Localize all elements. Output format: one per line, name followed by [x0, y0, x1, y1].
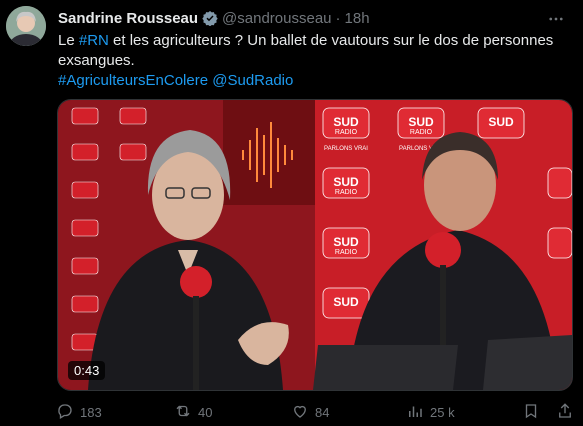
- bookmark-button[interactable]: [522, 400, 546, 424]
- video-player[interactable]: SUD SUD SUD SUD SUD SUD RADIO RADIO RADI…: [57, 99, 573, 391]
- logo-radio-2: RADIO: [410, 129, 433, 136]
- logo-sud-6: SUD: [333, 295, 359, 309]
- repost-button[interactable]: 40: [174, 400, 212, 424]
- author-name[interactable]: Sandrine Rousseau: [58, 10, 198, 27]
- like-count: 84: [315, 404, 330, 420]
- tweet-text: Le #RN et les agriculteurs ? Un ballet d…: [58, 31, 558, 91]
- author-handle[interactable]: @sandrousseau: [222, 10, 331, 27]
- like-button[interactable]: 84: [291, 400, 329, 424]
- reply-button[interactable]: 183: [56, 400, 102, 424]
- hashtag-agriculteurs[interactable]: #AgriculteursEnColere: [58, 72, 208, 89]
- repost-icon: [174, 402, 198, 423]
- logo-radio-1: RADIO: [335, 129, 358, 136]
- slogan-1: PARLONS VRAI: [324, 146, 368, 152]
- logo-sud-5: SUD: [333, 235, 359, 249]
- text-part-3: et les agriculteurs ? Un ballet de vauto…: [58, 32, 554, 69]
- action-bar: 183 40 84 25 k: [56, 400, 576, 424]
- timestamp[interactable]: 18h: [345, 10, 370, 27]
- tweet-card[interactable]: Sandrine Rousseau @sandrousseau · 18h Le…: [0, 0, 583, 426]
- reply-icon: [56, 402, 80, 423]
- share-icon: [556, 402, 580, 423]
- logo-sud-3: SUD: [488, 115, 514, 129]
- views-button[interactable]: 25 k: [406, 400, 455, 424]
- bookmark-icon: [522, 402, 546, 423]
- more-horizontal-icon[interactable]: [543, 6, 569, 32]
- avatar[interactable]: [6, 6, 46, 46]
- logo-sud-1: SUD: [333, 115, 359, 129]
- tweet-header: Sandrine Rousseau @sandrousseau · 18h: [58, 8, 370, 28]
- hashtag-rn[interactable]: #RN: [79, 32, 109, 49]
- logo-radio-4: RADIO: [335, 249, 358, 256]
- heart-icon: [291, 402, 315, 423]
- verified-badge-icon: [202, 10, 218, 27]
- video-frame: SUD SUD SUD SUD SUD SUD RADIO RADIO RADI…: [58, 100, 572, 390]
- logo-radio-3: RADIO: [335, 189, 358, 196]
- video-duration: 0:43: [68, 361, 106, 380]
- share-button[interactable]: [556, 400, 580, 424]
- logo-sud-2: SUD: [408, 115, 434, 129]
- text-part-1: Le: [58, 32, 79, 49]
- mention-sudradio[interactable]: @SudRadio: [212, 72, 293, 89]
- logo-sud-4: SUD: [333, 175, 359, 189]
- views-icon: [406, 402, 430, 423]
- views-count: 25 k: [430, 404, 455, 420]
- separator-dot: ·: [335, 9, 341, 27]
- repost-count: 40: [198, 404, 213, 420]
- reply-count: 183: [80, 404, 102, 420]
